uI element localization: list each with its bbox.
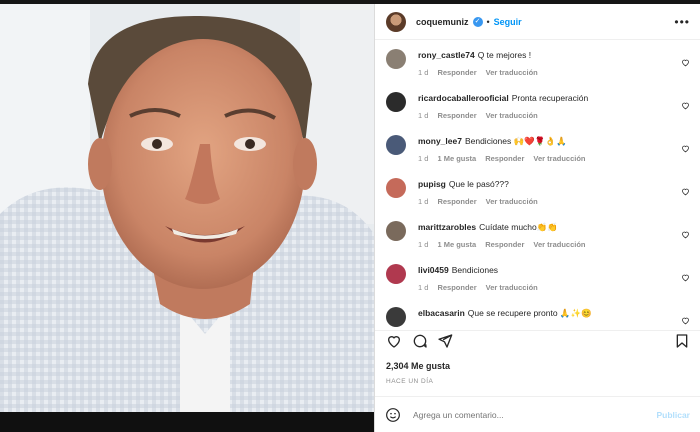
comment-username[interactable]: elbacasarin <box>418 308 465 318</box>
comment-bubble-icon[interactable] <box>412 333 428 349</box>
translate-button[interactable]: Ver traducción <box>486 68 538 77</box>
comment-time: 1 d <box>418 68 429 77</box>
comment-username[interactable]: mony_lee7 <box>418 136 462 146</box>
post-author[interactable]: coquemuniz <box>416 17 469 27</box>
comment-text: Cuídate mucho👏👏 <box>479 222 558 232</box>
comment-time: 1 d <box>418 154 429 163</box>
comment-text: Pronta recuperación <box>511 93 589 103</box>
post-header: coquemuniz ✓ • Seguir ••• <box>375 4 700 40</box>
publish-button[interactable]: Publicar <box>656 410 690 420</box>
comment-text: Que se recupere pronto 🙏✨😊 <box>467 308 592 318</box>
verified-badge-icon: ✓ <box>472 16 483 27</box>
comment-item: marittzarobles Cuídate mucho👏👏 1 d 1 Me gu… <box>385 218 691 254</box>
avatar[interactable] <box>386 178 406 198</box>
comment-username[interactable]: rony_castle74 <box>418 50 475 60</box>
translate-button[interactable]: Ver traducción <box>486 111 538 120</box>
reply-button[interactable]: Responder <box>437 283 476 292</box>
add-comment-bar: Publicar <box>375 396 700 432</box>
comment-list[interactable]: rony_castle74 Q te mejores ! 1 d Responder… <box>375 40 700 327</box>
post-actions <box>375 330 700 354</box>
like-count[interactable]: 2,304 Me gusta <box>386 361 450 371</box>
comments-panel: coquemuniz ✓ • Seguir ••• rony_castle74 Q… <box>374 4 700 432</box>
comment-item: rony_castle74 Q te mejores ! 1 d Responder… <box>385 46 691 82</box>
avatar[interactable] <box>386 135 406 155</box>
reply-button[interactable]: Responder <box>485 240 524 249</box>
comment-item: pupisg Que le pasó??? 1 d Responder Ver tra… <box>385 175 691 211</box>
comment-username[interactable]: pupisg <box>418 179 446 189</box>
comment-username[interactable]: marittzarobles <box>418 222 476 232</box>
comment-item: ricardocaballerooficial Pronta recuperaci… <box>385 89 691 125</box>
avatar[interactable] <box>386 92 406 112</box>
comment-like-count[interactable]: 1 Me gusta <box>437 154 476 163</box>
translate-button[interactable]: Ver traducción <box>533 240 585 249</box>
comment-text: Que le pasó??? <box>448 179 509 189</box>
comment-username[interactable]: livi0459 <box>418 265 449 275</box>
avatar[interactable] <box>386 264 406 284</box>
like-comment-heart-icon[interactable] <box>681 230 690 239</box>
reply-button[interactable]: Responder <box>437 197 476 206</box>
reply-button[interactable]: Responder <box>437 68 476 77</box>
like-comment-heart-icon[interactable] <box>681 144 690 153</box>
emoji-icon[interactable] <box>385 407 401 423</box>
comment-text: Q te mejores ! <box>477 50 532 60</box>
separator-dot: • <box>486 16 490 27</box>
post-modal: coquemuniz ✓ • Seguir ••• rony_castle74 Q… <box>0 0 700 432</box>
comment-text: Bendiciones <box>451 265 499 275</box>
bottom-strip <box>0 412 374 432</box>
avatar[interactable] <box>386 307 406 327</box>
save-bookmark-icon[interactable] <box>674 333 690 349</box>
comment-item: mony_lee7 Bendiciones 🙌❤️🌹👌🙏 1 d 1 Me gust… <box>385 132 691 168</box>
ellipsis-icon[interactable]: ••• <box>674 15 690 29</box>
like-heart-icon[interactable] <box>386 333 402 349</box>
post-time: HACE UN DÍA <box>386 378 434 385</box>
like-comment-heart-icon[interactable] <box>681 187 690 196</box>
comment-item: livi0459 Bendiciones 1 d Responder Ver trad… <box>385 261 691 297</box>
comment-like-count[interactable]: 1 Me gusta <box>437 240 476 249</box>
comment-time: 1 d <box>418 111 429 120</box>
comment-text: Bendiciones 🙌❤️🌹👌🙏 <box>464 136 567 146</box>
translate-button[interactable]: Ver traducción <box>533 154 585 163</box>
selfie-image <box>0 4 374 412</box>
like-comment-heart-icon[interactable] <box>681 101 690 110</box>
share-send-icon[interactable] <box>437 333 453 349</box>
reply-button[interactable]: Responder <box>437 111 476 120</box>
comment-time: 1 d <box>418 283 429 292</box>
reply-button[interactable]: Responder <box>485 154 524 163</box>
comment-username[interactable]: ricardocaballerooficial <box>418 93 509 103</box>
avatar[interactable] <box>386 49 406 69</box>
follow-button[interactable]: Seguir <box>494 17 522 27</box>
comment-input[interactable] <box>413 409 657 420</box>
post-photo[interactable] <box>0 4 374 412</box>
avatar[interactable] <box>386 11 406 32</box>
translate-button[interactable]: Ver traducción <box>486 197 538 206</box>
comment-time: 1 d <box>418 240 429 249</box>
translate-button[interactable]: Ver traducción <box>486 283 538 292</box>
like-comment-heart-icon[interactable] <box>681 273 690 282</box>
comment-time: 1 d <box>418 197 429 206</box>
comment-item: elbacasarin Que se recupere pronto 🙏✨😊 <box>385 304 691 327</box>
avatar[interactable] <box>386 221 406 241</box>
like-comment-heart-icon[interactable] <box>681 58 690 67</box>
like-comment-heart-icon[interactable] <box>681 316 690 325</box>
